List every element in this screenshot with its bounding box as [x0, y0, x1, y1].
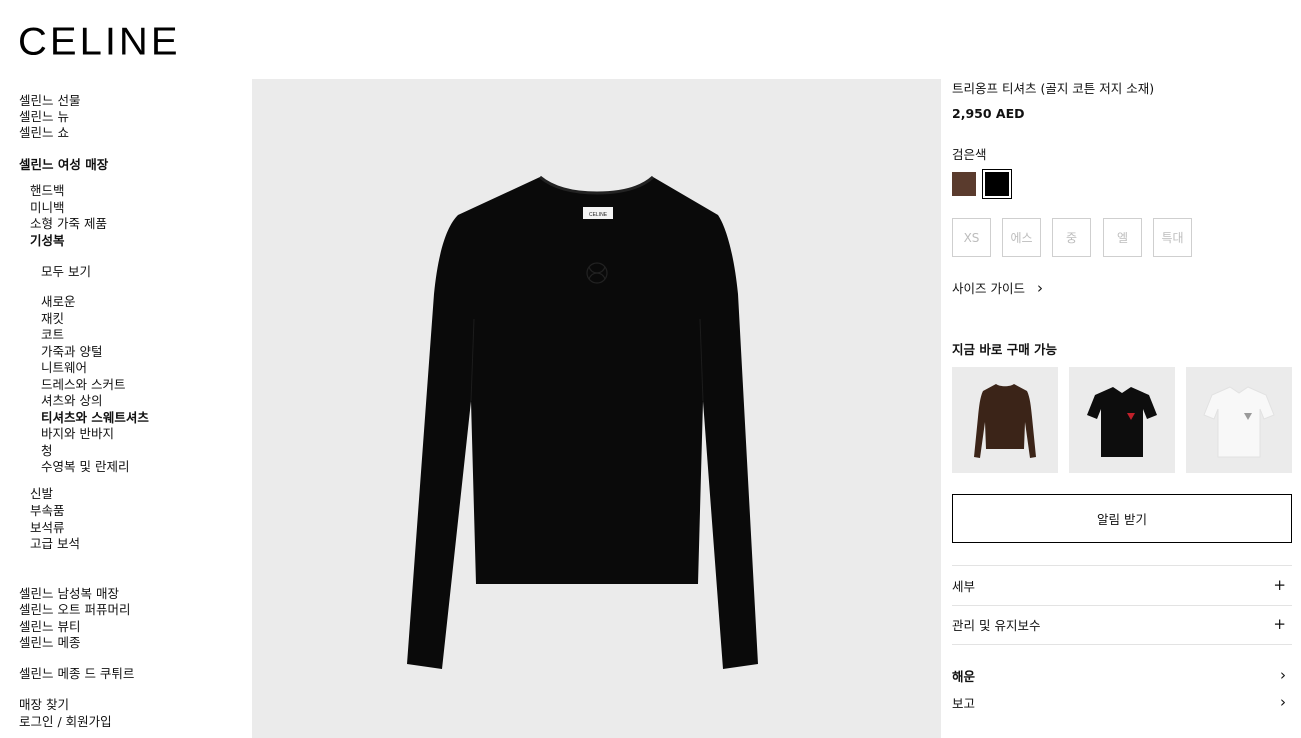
nav-shoes[interactable]: 신발 — [30, 486, 53, 502]
nav-login[interactable]: 로그인 / 회원가입 — [19, 714, 112, 730]
color-swatch-black[interactable] — [982, 169, 1012, 199]
product-title: 트리옹프 티셔츠 (골지 코튼 저지 소재) — [952, 81, 1155, 96]
size-xl-button[interactable]: 특대 — [1153, 218, 1192, 257]
nav-rtw-knitwear[interactable]: 니트웨어 — [41, 360, 87, 376]
nav-new[interactable]: 셀린느 뉴 — [19, 109, 69, 125]
size-l-button[interactable]: 엘 — [1103, 218, 1142, 257]
nav-gifts[interactable]: 셀린느 선물 — [19, 93, 80, 109]
black-polo-shirt-icon — [1087, 387, 1157, 457]
plus-icon: + — [1273, 575, 1286, 594]
nav-women-store[interactable]: 셀린느 여성 매장 — [19, 157, 108, 173]
nav-rtw-tshirts-sweatshirts[interactable]: 티셔츠와 스웨트셔츠 — [41, 410, 149, 426]
nav-fine-jewelry[interactable]: 고급 보석 — [30, 536, 80, 552]
recommended-product-3[interactable] — [1186, 367, 1292, 473]
recommended-product-1[interactable] — [952, 367, 1058, 473]
product-tshirt-image: CELINE — [407, 175, 758, 669]
nav-handbags[interactable]: 핸드백 — [30, 183, 65, 199]
size-guide-link[interactable]: 사이즈 가이드 › — [952, 278, 1043, 297]
product-label-tag: CELINE — [589, 212, 608, 218]
nav-mini-bags[interactable]: 미니백 — [30, 200, 65, 216]
nav-ready-to-wear[interactable]: 기성복 — [30, 233, 65, 249]
accordion-care[interactable]: 관리 및 유지보수 + — [952, 614, 1292, 634]
nav-rtw-coats[interactable]: 코트 — [41, 327, 64, 343]
brown-long-sleeve-tshirt-icon — [974, 384, 1036, 458]
celine-logo[interactable]: CELINE — [18, 22, 181, 61]
chevron-right-icon: › — [1036, 279, 1043, 297]
nav-rtw-leather-shearling[interactable]: 가죽과 양털 — [41, 344, 102, 360]
nav-rtw-new[interactable]: 새로운 — [41, 294, 76, 310]
product-image[interactable]: CELINE — [252, 79, 941, 738]
nav-show[interactable]: 셀린느 쇼 — [19, 125, 69, 141]
nav-store-locator[interactable]: 매장 찾기 — [19, 697, 69, 713]
view-label: 보고 — [952, 695, 976, 711]
nav-maison-couture[interactable]: 셀린느 메종 드 쿠튀르 — [19, 666, 134, 682]
accordion-details-label: 세부 — [952, 578, 976, 594]
selected-color-label: 검은색 — [952, 147, 987, 162]
accordion-care-label: 관리 및 유지보수 — [952, 617, 1041, 633]
divider — [952, 605, 1292, 606]
divider — [952, 644, 1292, 645]
nav-accessories[interactable]: 부속품 — [30, 503, 65, 519]
notify-me-button[interactable]: 알림 받기 — [952, 494, 1292, 543]
nav-jewelry[interactable]: 보석류 — [30, 520, 65, 536]
size-guide-label: 사이즈 가이드 — [952, 281, 1025, 296]
chevron-right-icon: › — [1280, 692, 1286, 711]
nav-view-all[interactable]: 모두 보기 — [41, 264, 91, 280]
divider — [952, 565, 1292, 566]
shipping-label: 해운 — [952, 668, 976, 684]
chevron-right-icon: › — [1280, 665, 1286, 684]
nav-haute-parfumerie[interactable]: 셀린느 오트 퍼퓨머리 — [19, 602, 130, 618]
recommended-product-2[interactable] — [1069, 367, 1175, 473]
size-s-button[interactable]: 에스 — [1002, 218, 1041, 257]
nav-rtw-dresses-skirts[interactable]: 드레스와 스커트 — [41, 377, 125, 393]
nav-rtw-shirts-tops[interactable]: 셔츠와 상의 — [41, 393, 102, 409]
nav-beauty[interactable]: 셀린느 뷰티 — [19, 619, 80, 635]
accordion-details[interactable]: 세부 + — [952, 575, 1292, 595]
size-m-button[interactable]: 중 — [1052, 218, 1091, 257]
view-link[interactable]: 보고 › — [952, 692, 1292, 712]
nav-maison[interactable]: 셀린느 메종 — [19, 635, 80, 651]
size-xs-button[interactable]: XS — [952, 218, 991, 257]
nav-rtw-denim[interactable]: 청 — [41, 443, 53, 459]
nav-small-leather-goods[interactable]: 소형 가죽 제품 — [30, 216, 107, 232]
nav-rtw-jackets[interactable]: 재킷 — [41, 311, 64, 327]
color-swatch-brown[interactable] — [952, 172, 976, 196]
shipping-link[interactable]: 해운 › — [952, 665, 1292, 685]
nav-rtw-swimwear-lingerie[interactable]: 수영복 및 란제리 — [41, 459, 129, 475]
plus-icon: + — [1273, 614, 1286, 633]
nav-rtw-pants-shorts[interactable]: 바지와 반바지 — [41, 426, 114, 442]
product-price: 2,950 AED — [952, 106, 1025, 121]
white-polo-shirt-icon — [1203, 386, 1275, 458]
nav-men-store[interactable]: 셀린느 남성복 매장 — [19, 586, 119, 602]
available-now-title: 지금 바로 구매 가능 — [952, 342, 1058, 357]
